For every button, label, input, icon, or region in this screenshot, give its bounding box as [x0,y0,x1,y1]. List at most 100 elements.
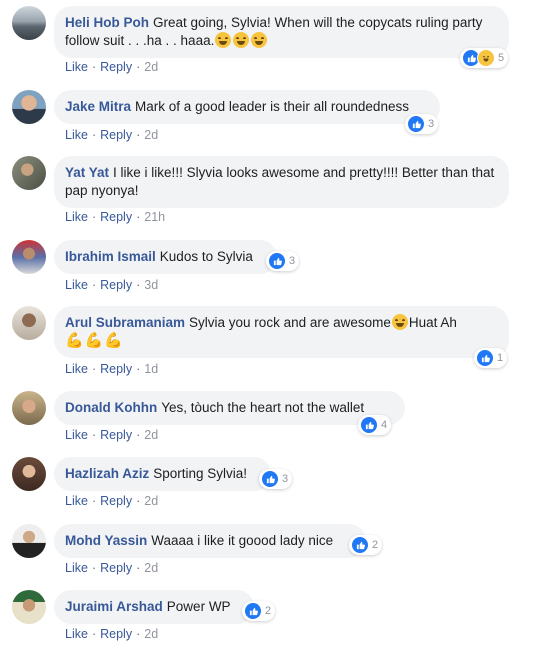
avatar[interactable] [12,156,46,190]
separator: · [91,128,97,142]
comment-bubble: Heli Hob Poh Great going, Sylvia! When wi… [54,6,509,58]
like-link[interactable]: Like [65,278,88,292]
comment-author[interactable]: Jake Mitra [65,99,131,114]
comment-author[interactable]: Mohd Yassin [65,533,147,548]
comment-actions: Like · Reply · 2d [65,561,158,575]
reaction-count: 5 [498,52,505,64]
comment-bubble: Mohd Yassin Waaaa i like it goood lady ni… [54,524,366,558]
separator: · [91,278,97,292]
avatar[interactable] [12,391,46,425]
reaction-summary[interactable]: 3 [405,114,439,134]
like-reaction-icon [268,252,286,270]
avatar[interactable] [12,6,46,40]
like-link[interactable]: Like [65,561,88,575]
comment-author[interactable]: Donald Kohhn [65,400,157,415]
comment-timestamp[interactable]: 2d [144,494,158,508]
like-link[interactable]: Like [65,494,88,508]
separator: · [136,60,141,74]
comment-actions: Like · Reply · 1d [65,362,158,376]
comment-text-extra: Huat Ah [408,315,457,330]
reaction-summary[interactable]: 2 [349,535,383,555]
separator: · [91,494,97,508]
separator: · [136,128,141,142]
avatar[interactable] [12,457,46,491]
comment-actions: Like · Reply · 3d [65,278,158,292]
comment-actions: Like · Reply · 2d [65,128,158,142]
avatar[interactable] [12,590,46,624]
comment-author[interactable]: Juraimi Arshad [65,599,163,614]
comment-author[interactable]: Ibrahim Ismail [65,249,156,264]
separator: · [91,210,97,224]
separator: · [91,60,97,74]
haha-reaction-icon [477,49,495,67]
comment-timestamp[interactable]: 2d [144,561,158,575]
like-reaction-icon [261,470,279,488]
comment-text: Mark of a good leader is their all round… [135,99,409,114]
hugging-emoji-icon [391,314,408,330]
comment-timestamp[interactable]: 2d [144,428,158,442]
avatar[interactable] [12,524,46,558]
reply-link[interactable]: Reply [100,60,132,74]
reply-link[interactable]: Reply [100,494,132,508]
like-reaction-icon [351,536,369,554]
reply-link[interactable]: Reply [100,278,132,292]
comment-author[interactable]: Heli Hob Poh [65,15,149,30]
flexed-biceps-icon: 💪💪💪 [65,332,125,349]
like-link[interactable]: Like [65,210,88,224]
comment-timestamp[interactable]: 3d [144,278,158,292]
reaction-summary[interactable]: 3 [259,469,293,489]
reply-link[interactable]: Reply [100,561,132,575]
reply-link[interactable]: Reply [100,428,132,442]
hugging-emoji-icon [215,32,232,48]
comment-actions: Like · Reply · 2d [65,428,158,442]
reaction-count: 2 [372,539,379,551]
like-reaction-icon [360,416,378,434]
like-link[interactable]: Like [65,128,88,142]
reply-link[interactable]: Reply [100,627,132,641]
reaction-summary[interactable]: 1 [474,348,508,368]
reaction-count: 2 [265,605,272,617]
hugging-emoji-icon [233,32,250,48]
comment-text: Yes, tòuch the heart not the wallet [161,400,365,415]
separator: · [136,561,141,575]
avatar[interactable] [12,90,46,124]
reaction-count: 3 [282,473,289,485]
separator: · [91,627,97,641]
separator: · [91,362,97,376]
comment-text: Kudos to Sylvia [159,249,253,264]
like-link[interactable]: Like [65,428,88,442]
comment-author[interactable]: Hazlizah Aziz [65,466,149,481]
like-reaction-icon [476,349,494,367]
comment-text: I like i like!!! Slyvia looks awesome an… [65,165,495,198]
like-link[interactable]: Like [65,60,88,74]
hugging-emoji-icon [251,32,268,48]
comment-actions: Like · Reply · 21h [65,210,165,224]
comment-bubble: Juraimi Arshad Power WP [54,590,254,624]
comment-timestamp[interactable]: 2d [144,128,158,142]
separator: · [136,362,141,376]
like-reaction-icon [407,115,425,133]
reply-link[interactable]: Reply [100,128,132,142]
reaction-summary[interactable]: 3 [266,251,300,271]
comment-timestamp[interactable]: 1d [144,362,158,376]
reply-link[interactable]: Reply [100,362,132,376]
separator: · [91,561,97,575]
reaction-summary[interactable]: 5 [460,48,509,68]
separator: · [136,210,141,224]
comment-bubble: Jake Mitra Mark of a good leader is their… [54,90,440,124]
reply-link[interactable]: Reply [100,210,132,224]
comment-timestamp[interactable]: 21h [144,210,165,224]
like-link[interactable]: Like [65,627,88,641]
comment-bubble: Arul Subramaniam Sylvia you rock and are … [54,306,509,358]
avatar[interactable] [12,306,46,340]
comment-timestamp[interactable]: 2d [144,627,158,641]
avatar[interactable] [12,240,46,274]
reaction-summary[interactable]: 4 [358,415,392,435]
comment-author[interactable]: Arul Subramaniam [65,315,185,330]
comment-actions: Like · Reply · 2d [65,494,158,508]
comment-text: Sylvia you rock and are awesome [189,315,391,330]
like-link[interactable]: Like [65,362,88,376]
comment-author[interactable]: Yat Yat [65,165,109,180]
reaction-summary[interactable]: 2 [242,601,276,621]
comment-timestamp[interactable]: 2d [144,60,158,74]
